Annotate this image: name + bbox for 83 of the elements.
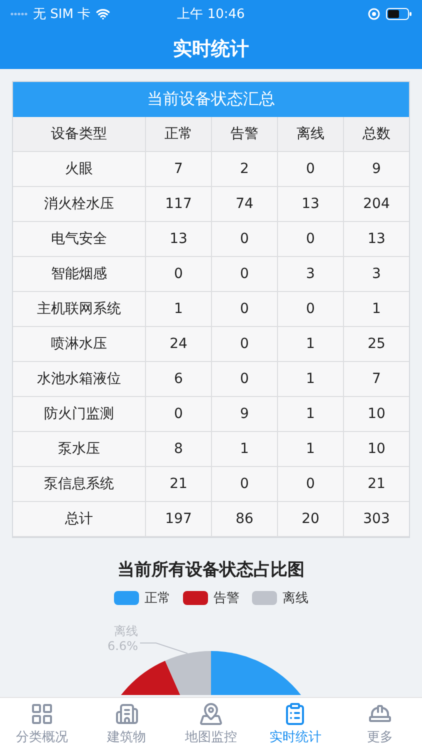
clock-text: 上午 10:46 [177,6,245,23]
table-cell: 10 [344,397,409,432]
tab[interactable]: 实时统计 [253,698,338,750]
column-header: 告警 [212,117,278,152]
leader-line [140,642,188,654]
map-icon [198,702,223,726]
legend-label: 正常 [144,590,170,607]
table-cell: 2 [212,152,278,187]
tab[interactable]: 更多 [338,698,422,750]
table-cell: 74 [212,187,278,222]
slice-label: 离线 [114,624,138,638]
table-cell: 1 [278,432,344,467]
column-header: 设备类型 [13,117,146,152]
table-cell: 86 [212,502,278,537]
table-cell: 3 [278,257,344,292]
table-cell: 1 [344,292,409,327]
table-cell: 20 [278,502,344,537]
table-title: 当前设备状态汇总 [13,82,409,117]
table-cell: 泵水压 [13,432,146,467]
table-cell: 消火栓水压 [13,187,146,222]
table-cell: 24 [146,327,212,362]
legend-label: 离线 [282,590,308,607]
table-cell: 0 [212,327,278,362]
table-cell: 13 [278,187,344,222]
table-cell: 1 [278,327,344,362]
slice-percent: 6.6% [108,639,138,653]
table-cell: 0 [278,467,344,502]
table-cell: 0 [212,257,278,292]
rotation-lock-icon [368,8,380,20]
column-header: 正常 [146,117,212,152]
table-cell: 1 [278,397,344,432]
table-cell: 0 [278,152,344,187]
building-icon [114,702,139,726]
table-cell: 电气安全 [13,222,146,257]
table-cell: 197 [146,502,212,537]
table-cell: 204 [344,187,409,222]
table-cell: 10 [344,432,409,467]
table-cell: 9 [344,152,409,187]
tab[interactable]: 分类概况 [0,698,84,750]
table-cell: 13 [146,222,212,257]
table-cell: 防火门监测 [13,397,146,432]
battery-icon [386,8,412,20]
table-cell: 总计 [13,502,146,537]
table-cell: 0 [278,292,344,327]
table-cell: 0 [146,257,212,292]
table-cell: 0 [212,467,278,502]
table-cell: 7 [344,362,409,397]
column-header: 总数 [344,117,409,152]
table-cell: 智能烟感 [13,257,146,292]
table-cell: 21 [344,467,409,502]
carrier-text: 无 SIM 卡 [33,6,91,23]
table-cell: 25 [344,327,409,362]
table-cell: 7 [146,152,212,187]
table-cell: 6 [146,362,212,397]
table-cell: 0 [212,292,278,327]
grid-icon [30,702,54,726]
tab[interactable]: 建筑物 [84,698,169,750]
table-cell: 泵信息系统 [13,467,146,502]
table-cell: 1 [146,292,212,327]
table-cell: 1 [212,432,278,467]
table-cell: 13 [344,222,409,257]
table-cell: 303 [344,502,409,537]
page-title: 实时统计 [172,36,250,62]
legend-label: 告警 [214,590,240,607]
table-cell: 水池水箱液位 [13,362,146,397]
table-cell: 主机联网系统 [13,292,146,327]
table-cell: 21 [146,467,212,502]
wifi-icon [96,7,110,21]
tab[interactable]: 地图监控 [168,698,254,750]
column-header: 离线 [278,117,344,152]
table-cell: 0 [212,222,278,257]
table-cell: 喷淋水压 [13,327,146,362]
table-cell: 0 [212,362,278,397]
table-cell: 8 [146,432,212,467]
table-cell: 9 [212,397,278,432]
table-cell: 0 [146,397,212,432]
table-cell: 火眼 [13,152,146,187]
chart-title: 当前所有设备状态占比图 [116,559,306,581]
signal-icon [10,12,28,16]
table-cell: 1 [278,362,344,397]
table-cell: 117 [146,187,212,222]
table-cell: 0 [278,222,344,257]
table-cell: 3 [344,257,409,292]
